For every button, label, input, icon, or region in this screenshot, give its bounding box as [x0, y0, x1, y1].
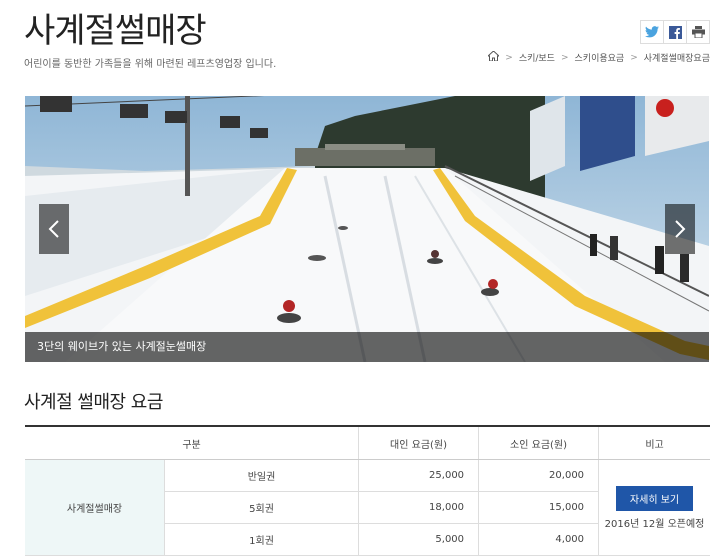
table-header-row: 구분 대인 요금(원) 소인 요금(원) 비고 — [25, 425, 710, 460]
detail-button[interactable]: 자세히 보기 — [615, 485, 694, 511]
chevron-right-icon: > — [505, 52, 513, 63]
table-row: 사계절썰매장 반일권 25,000 20,000 자세히 보기 2016년 12… — [25, 459, 710, 556]
slide-caption: 3단의 웨이브가 있는 사계절눈썰매장 — [25, 332, 709, 362]
page-subtitle: 어린이를 동반한 가족들을 위해 마련된 레프츠영업장 입니다. — [24, 59, 277, 70]
twitter-icon[interactable] — [641, 21, 664, 43]
adult-fee-cell: 25,000 — [358, 459, 479, 492]
share-toolbar — [640, 20, 710, 44]
next-slide-button[interactable] — [665, 204, 695, 254]
ticket-cell: 1회권 — [163, 523, 359, 556]
adult-fee-cell: 18,000 — [358, 491, 479, 524]
chevron-right-icon — [675, 220, 686, 238]
chevron-left-icon — [48, 220, 59, 238]
child-fee-cell: 15,000 — [478, 491, 599, 524]
prev-slide-button[interactable] — [39, 204, 69, 254]
hero-slider: 3단의 웨이브가 있는 사계절눈썰매장 — [25, 96, 709, 362]
print-icon[interactable] — [687, 21, 709, 43]
note-cell: 자세히 보기 2016년 12월 오픈예정 — [598, 459, 710, 556]
breadcrumb: > 스키/보드 > 스키이용요금 > 사계절썰매장요금 — [486, 50, 710, 64]
note-text: 2016년 12월 오픈예정 — [604, 518, 705, 530]
fees-section-title: 사계절 썰매장 요금 — [24, 392, 163, 413]
sledding-slope-photo — [25, 96, 709, 362]
category-cell: 사계절썰매장 — [25, 459, 165, 556]
page-title: 사계절썰매장 — [24, 11, 207, 51]
breadcrumb-item[interactable]: 스키/보드 — [519, 51, 555, 64]
facebook-icon[interactable] — [664, 21, 687, 43]
home-icon[interactable] — [486, 50, 501, 64]
column-header: 비고 — [598, 425, 710, 460]
fees-table: 구분 대인 요금(원) 소인 요금(원) 비고 사계절썰매장 반일권 25,00… — [25, 425, 710, 556]
ticket-cell: 5회권 — [163, 491, 359, 524]
breadcrumb-item[interactable]: 스키이용요금 — [575, 51, 625, 64]
chevron-right-icon: > — [560, 52, 569, 63]
child-fee-cell: 20,000 — [478, 459, 599, 492]
ticket-cell: 반일권 — [163, 459, 359, 492]
column-header: 대인 요금(원) — [358, 425, 479, 460]
column-header: 소인 요금(원) — [478, 425, 599, 460]
breadcrumb-item-current: 사계절썰매장요금 — [643, 54, 710, 64]
column-header: 구분 — [25, 425, 359, 460]
adult-fee-cell: 5,000 — [358, 523, 479, 556]
chevron-right-icon: > — [630, 52, 638, 63]
child-fee-cell: 4,000 — [478, 523, 599, 556]
